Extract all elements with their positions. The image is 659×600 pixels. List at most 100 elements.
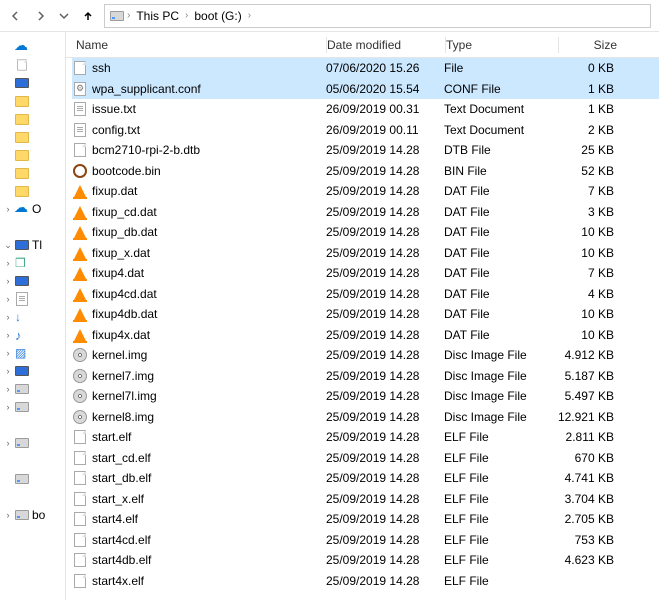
table-row[interactable]: fixup_x.dat25/09/2019 14.28DAT File10 KB (72, 243, 659, 264)
tree-item[interactable]: › (0, 290, 65, 308)
table-row[interactable]: start4db.elf25/09/2019 14.28ELF File4.62… (72, 550, 659, 571)
column-header-name[interactable]: Name (72, 38, 326, 52)
file-date: 25/09/2019 14.28 (326, 225, 444, 239)
tree-item[interactable]: › (0, 380, 65, 398)
table-row[interactable]: issue.txt26/09/2019 00.31Text Document1 … (72, 99, 659, 120)
vlc-cone-icon (74, 185, 86, 197)
tree-item[interactable] (0, 92, 65, 110)
file-icon (74, 451, 86, 465)
back-button[interactable] (4, 4, 28, 28)
tree-item[interactable]: › (0, 326, 65, 344)
tree-item[interactable]: › (0, 308, 65, 326)
recent-dropdown[interactable] (52, 4, 76, 28)
disc-image-icon (73, 348, 87, 362)
tree-item[interactable] (0, 218, 65, 236)
chevron-right-icon[interactable]: › (2, 311, 14, 323)
tree-item[interactable]: › (0, 434, 65, 452)
file-size: 1 KB (556, 102, 626, 116)
file-size: 670 KB (556, 451, 626, 465)
tree-item[interactable]: › (0, 398, 65, 416)
chevron-right-icon[interactable]: › (183, 10, 190, 21)
table-row[interactable]: fixup4db.dat25/09/2019 14.28DAT File10 K… (72, 304, 659, 325)
chevron-down-icon[interactable]: ⌄ (2, 239, 14, 251)
table-row[interactable]: start4cd.elf25/09/2019 14.28ELF File753 … (72, 530, 659, 551)
drive-icon (15, 384, 29, 394)
table-row[interactable]: start.elf25/09/2019 14.28ELF File2.811 K… (72, 427, 659, 448)
tree-item[interactable]: ⌄Tl (0, 236, 65, 254)
tree-item[interactable] (0, 182, 65, 200)
file-size: 10 KB (556, 307, 626, 321)
table-row[interactable]: kernel7.img25/09/2019 14.28Disc Image Fi… (72, 366, 659, 387)
table-row[interactable]: fixup_db.dat25/09/2019 14.28DAT File10 K… (72, 222, 659, 243)
tree-item[interactable] (0, 470, 65, 488)
forward-button[interactable] (28, 4, 52, 28)
chevron-right-icon[interactable]: › (2, 437, 14, 449)
table-row[interactable]: wpa_supplicant.conf05/06/2020 15.54CONF … (72, 79, 659, 100)
chevron-right-icon[interactable]: › (2, 401, 14, 413)
breadcrumb-boot[interactable]: boot (G:) (190, 5, 245, 27)
objects-icon (15, 256, 29, 270)
table-row[interactable]: fixup.dat25/09/2019 14.28DAT File7 KB (72, 181, 659, 202)
breadcrumb-bar[interactable]: › This PC › boot (G:) › (104, 4, 651, 28)
tree-item[interactable] (0, 146, 65, 164)
tree-item[interactable] (0, 74, 65, 92)
column-header-date[interactable]: Date modified (327, 38, 445, 52)
table-row[interactable]: start_x.elf25/09/2019 14.28ELF File3.704… (72, 489, 659, 510)
file-icon (74, 143, 86, 157)
chevron-right-icon[interactable]: › (2, 347, 14, 359)
table-row[interactable]: start_cd.elf25/09/2019 14.28ELF File670 … (72, 448, 659, 469)
chevron-right-icon[interactable]: › (2, 275, 14, 287)
column-header-size[interactable]: Size (559, 38, 629, 52)
table-row[interactable]: fixup_cd.dat25/09/2019 14.28DAT File3 KB (72, 202, 659, 223)
table-row[interactable]: bcm2710-rpi-2-b.dtb25/09/2019 14.28DTB F… (72, 140, 659, 161)
table-row[interactable]: fixup4.dat25/09/2019 14.28DAT File7 KB (72, 263, 659, 284)
chevron-right-icon[interactable]: › (2, 293, 14, 305)
table-row[interactable]: ssh07/06/2020 15.26File0 KB (72, 58, 659, 79)
monitor-icon (15, 240, 29, 250)
table-row[interactable]: start4.elf25/09/2019 14.28ELF File2.705 … (72, 509, 659, 530)
tree-spacer (2, 185, 14, 197)
chevron-right-icon[interactable]: › (2, 203, 14, 215)
file-date: 25/09/2019 14.28 (326, 430, 444, 444)
tree-item[interactable] (0, 56, 65, 74)
drive-icon (15, 402, 29, 412)
column-header-type[interactable]: Type (446, 38, 558, 52)
tree-item[interactable] (0, 128, 65, 146)
tree-item[interactable] (0, 452, 65, 470)
tree-item[interactable] (0, 110, 65, 128)
tree-item[interactable]: ›O (0, 200, 65, 218)
chevron-right-icon[interactable]: › (2, 509, 14, 521)
file-name: start4.elf (92, 512, 138, 526)
chevron-right-icon[interactable]: › (2, 329, 14, 341)
folder-icon (15, 96, 29, 107)
table-row[interactable]: kernel7l.img25/09/2019 14.28Disc Image F… (72, 386, 659, 407)
tree-item[interactable]: › (0, 362, 65, 380)
table-row[interactable]: start4x.elf25/09/2019 14.28ELF File (72, 571, 659, 592)
chevron-right-icon[interactable]: › (2, 383, 14, 395)
chevron-right-icon[interactable]: › (2, 257, 14, 269)
table-row[interactable]: kernel8.img25/09/2019 14.28Disc Image Fi… (72, 407, 659, 428)
tree-item[interactable]: › (0, 254, 65, 272)
navigation-tree[interactable]: ›O⌄Tl›››››››››››bo (0, 32, 66, 600)
tree-item[interactable] (0, 416, 65, 434)
tree-item[interactable] (0, 38, 65, 56)
breadcrumb-this-pc[interactable]: This PC (132, 5, 183, 27)
chevron-right-icon[interactable]: › (246, 10, 253, 21)
tree-item[interactable]: ›bo (0, 506, 65, 524)
file-pane: Name Date modified Type Size ssh07/06/20… (66, 32, 659, 600)
chevron-right-icon[interactable]: › (2, 365, 14, 377)
file-list[interactable]: ssh07/06/2020 15.26File0 KBwpa_supplican… (66, 58, 659, 600)
up-button[interactable] (76, 4, 100, 28)
table-row[interactable]: kernel.img25/09/2019 14.28Disc Image Fil… (72, 345, 659, 366)
table-row[interactable]: fixup4cd.dat25/09/2019 14.28DAT File4 KB (72, 284, 659, 305)
table-row[interactable]: config.txt26/09/2019 00.11Text Document2… (72, 120, 659, 141)
tree-item[interactable]: › (0, 344, 65, 362)
tree-item[interactable] (0, 488, 65, 506)
file-size: 2 KB (556, 123, 626, 137)
tree-item[interactable] (0, 164, 65, 182)
tree-item[interactable]: › (0, 272, 65, 290)
table-row[interactable]: start_db.elf25/09/2019 14.28ELF File4.74… (72, 468, 659, 489)
table-row[interactable]: bootcode.bin25/09/2019 14.28BIN File52 K… (72, 161, 659, 182)
chevron-right-icon[interactable]: › (125, 10, 132, 21)
table-row[interactable]: fixup4x.dat25/09/2019 14.28DAT File10 KB (72, 325, 659, 346)
